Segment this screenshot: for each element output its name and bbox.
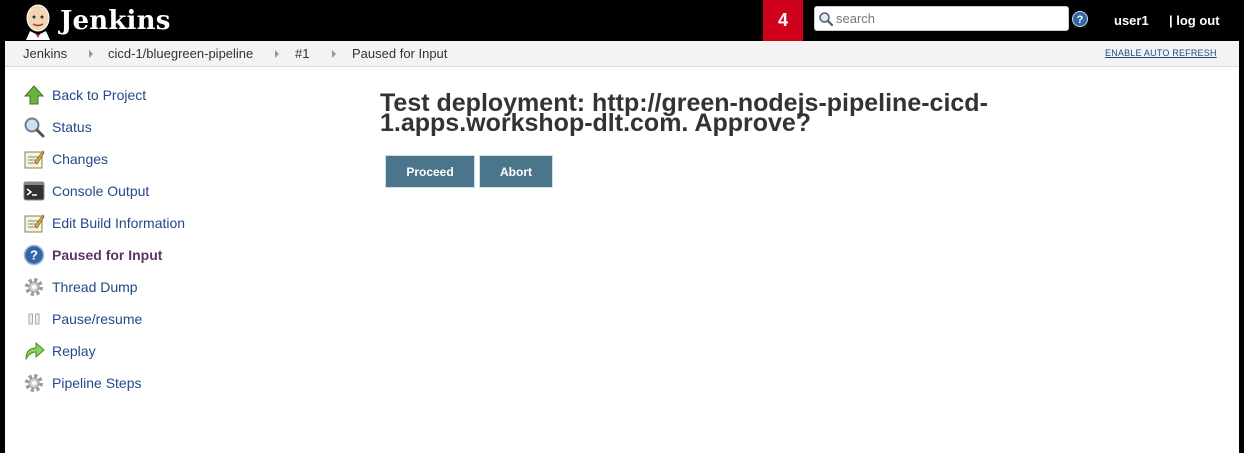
notepad-icon [22, 211, 46, 235]
task-replay[interactable]: Replay [22, 339, 96, 363]
task-label[interactable]: Changes [52, 151, 108, 167]
pause-icon [22, 307, 46, 331]
user-link[interactable]: user1 [1114, 13, 1149, 28]
gear-icon [22, 275, 46, 299]
breadcrumb-build[interactable]: #1 [295, 46, 309, 61]
breadcrumb-pipeline[interactable]: cicd-1/bluegreen-pipeline [108, 46, 253, 61]
task-label[interactable]: Pause/resume [52, 311, 142, 327]
task-changes[interactable]: Changes [22, 147, 108, 171]
breadcrumb-separator-icon [89, 50, 93, 58]
replay-arrow-icon [22, 339, 46, 363]
task-pipeline-steps[interactable]: Pipeline Steps [22, 371, 142, 395]
task-label[interactable]: Edit Build Information [52, 215, 185, 231]
task-label[interactable]: Paused for Input [52, 247, 162, 263]
build-queue-badge[interactable]: 4 [763, 0, 803, 41]
terminal-icon [22, 179, 46, 203]
svg-text:?: ? [30, 248, 38, 263]
enable-auto-refresh-link[interactable]: ENABLE AUTO REFRESH [1105, 48, 1217, 58]
task-label[interactable]: Replay [52, 343, 96, 359]
gear-icon [22, 371, 46, 395]
breadcrumb-separator-icon [332, 50, 336, 58]
app-name: Jenkins [60, 6, 171, 36]
task-label[interactable]: Console Output [52, 183, 149, 199]
task-status[interactable]: Status [22, 115, 92, 139]
abort-button[interactable]: Abort [479, 155, 553, 188]
task-label[interactable]: Thread Dump [52, 279, 138, 295]
task-console-output[interactable]: Console Output [22, 179, 149, 203]
breadcrumb-separator-icon [275, 50, 279, 58]
breadcrumb: Jenkins cicd-1/bluegreen-pipeline #1 Pau… [5, 41, 1239, 67]
breadcrumb-current[interactable]: Paused for Input [352, 46, 447, 61]
notepad-icon [22, 147, 46, 171]
task-label[interactable]: Status [52, 119, 92, 135]
help-icon: ? [22, 243, 46, 267]
task-thread-dump[interactable]: Thread Dump [22, 275, 138, 299]
task-pause-resume[interactable]: Pause/resume [22, 307, 142, 331]
magnifier-icon [22, 115, 46, 139]
search-input[interactable] [836, 8, 1056, 29]
jenkins-logo[interactable]: Jenkins [20, 2, 171, 40]
task-edit-build-information[interactable]: Edit Build Information [22, 211, 185, 235]
search-icon [819, 11, 834, 26]
proceed-button[interactable]: Proceed [385, 155, 475, 188]
input-prompt-title: Test deployment: http://green-nodejs-pip… [380, 89, 988, 137]
help-icon[interactable]: ? [1072, 11, 1088, 27]
up-arrow-icon [22, 83, 46, 107]
page-frame [0, 0, 1244, 453]
top-header: Jenkins 4 ? user1 | log out [0, 0, 1244, 41]
svg-text:?: ? [1077, 14, 1084, 26]
breadcrumb-jenkins[interactable]: Jenkins [23, 46, 67, 61]
task-label[interactable]: Back to Project [52, 87, 146, 103]
search-box [814, 6, 1069, 31]
task-back-to-project[interactable]: Back to Project [22, 83, 146, 107]
logout-link[interactable]: | log out [1169, 13, 1220, 28]
jenkins-butler-icon [26, 4, 50, 40]
task-label[interactable]: Pipeline Steps [52, 375, 142, 391]
task-paused-for-input[interactable]: ? Paused for Input [22, 243, 162, 267]
